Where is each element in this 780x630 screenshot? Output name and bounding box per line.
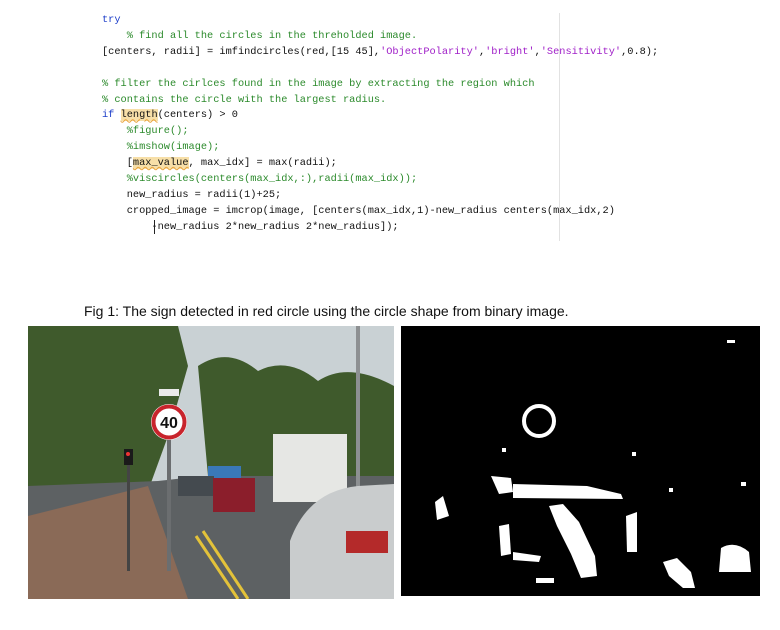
code-line: [centers, radii] = imfindcircles(red,[15… <box>102 45 658 60</box>
code-token: [ <box>102 157 133 170</box>
editor-margin-line <box>559 13 560 241</box>
road-photo: 40 <box>28 326 394 599</box>
code-line: % contains the circle with the largest r… <box>102 93 386 108</box>
blob-right-2 <box>669 488 673 492</box>
binary-image-graphic <box>401 326 760 596</box>
code-line: try <box>102 13 121 28</box>
silver-car-taillight <box>346 531 388 553</box>
blob-small-2 <box>632 452 636 456</box>
blob-vertical <box>626 512 637 552</box>
blob-bottom <box>536 578 554 583</box>
code-token: 'ObjectPolarity' <box>380 45 479 58</box>
code-token: -new_radius 2*new_radius 2*new_radius]); <box>102 220 399 233</box>
code-token: % find all the circles in the threholded… <box>102 29 418 42</box>
code-token: ,0.8); <box>621 45 659 58</box>
code-line: % filter the cirlces found in the image … <box>102 77 535 92</box>
code-token: cropped_image = imcrop(image, [centers(m… <box>102 204 615 217</box>
code-line: -new_radius 2*new_radius 2*new_radius]); <box>102 220 399 235</box>
blob-small-3 <box>499 524 511 556</box>
blob-right-1 <box>741 482 746 486</box>
code-token: new_radius = radii(1)+25; <box>102 188 282 201</box>
text-cursor <box>154 220 155 234</box>
code-line: %viscircles(centers(max_idx,:),radii(max… <box>102 172 417 187</box>
figure-caption: Fig 1: The sign detected in red circle u… <box>84 303 569 319</box>
code-token: [centers, radii] = imfindcircles(red,[15… <box>102 45 381 58</box>
code-line: %figure(); <box>102 124 189 139</box>
code-line: %imshow(image); <box>102 140 220 155</box>
code-token: , max_idx] = max(radii); <box>188 157 337 170</box>
traffic-light <box>124 449 133 465</box>
blob-small-1 <box>502 448 506 452</box>
sign-pole <box>167 426 171 571</box>
dark-car <box>178 476 214 496</box>
code-line: % find all the circles in the threholded… <box>102 29 417 44</box>
code-token: if <box>102 109 121 122</box>
code-token: (centers) > 0 <box>157 109 238 122</box>
blob-top-right <box>727 340 735 343</box>
binary-image <box>401 326 760 596</box>
speed-sign-text: 40 <box>160 415 178 432</box>
code-line: if length(centers) > 0 <box>102 108 238 123</box>
red-car <box>213 478 255 512</box>
code-token: length <box>120 109 158 122</box>
code-line: cropped_image = imcrop(image, [centers(m… <box>102 204 615 219</box>
code-token: % filter the cirlces found in the image … <box>102 77 535 90</box>
code-token: max_value <box>132 157 189 170</box>
code-token: 'Sensitivity' <box>540 45 622 58</box>
code-token: %figure(); <box>126 125 189 138</box>
code-line: new_radius = radii(1)+25; <box>102 188 282 203</box>
sign-plate-top <box>159 389 179 396</box>
code-token: %imshow(image); <box>126 141 220 154</box>
code-line: [max_value, max_idx] = max(radii); <box>102 156 337 171</box>
road-photo-graphic: 40 <box>28 326 394 599</box>
traffic-light-red <box>126 452 130 456</box>
traffic-light-pole <box>127 451 130 571</box>
code-token: %viscircles(centers(max_idx,:),radii(max… <box>126 173 418 185</box>
code-token: % contains the circle with the largest r… <box>102 93 387 106</box>
code-token: 'bright' <box>485 45 535 58</box>
code-token: try <box>102 14 121 26</box>
